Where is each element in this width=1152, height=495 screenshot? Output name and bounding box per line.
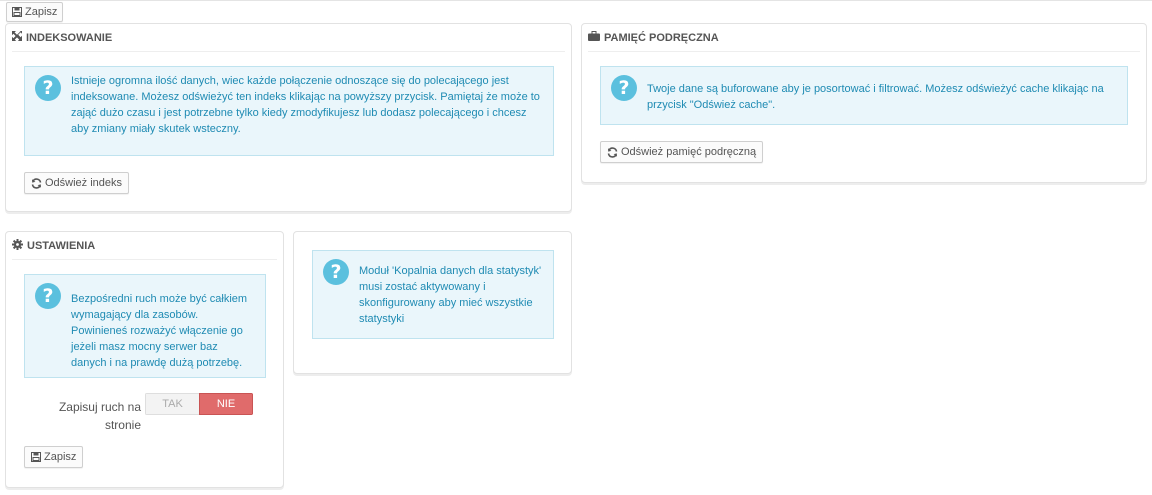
module-info-text: Moduł 'Kopalnia danych dla statystyk' mu… [359,265,542,325]
question-circle-icon: ? [35,75,61,101]
toggle-yes-option[interactable]: TAK [145,393,199,415]
settings-info-text: Bezpośredni ruch może być całkiem wymaga… [71,293,248,369]
settings-panel: USTAWIENIA ? Bezpośredni ruch może być c… [5,231,284,488]
settings-panel-header: USTAWIENIA [12,232,277,260]
question-circle-icon: ? [611,75,637,101]
top-save-button[interactable]: Zapisz [6,2,64,22]
settings-info-box: ? Bezpośredni ruch może być całkiem wyma… [24,274,266,378]
refresh-index-label: Odśwież indeks [45,177,123,189]
expand-arrows-icon [12,31,22,44]
cache-info-box: ? Twoje dane są buforowane aby je posort… [600,66,1128,125]
floppy-disk-icon [12,7,22,17]
cache-panel-header: PAMIĘĆ PODRĘCZNA [588,24,1140,52]
question-circle-icon: ? [323,259,349,285]
cache-info-text: Twoje dane są buforowane aby je posortow… [647,83,1104,111]
top-border [0,0,1152,1]
settings-title: USTAWIENIA [27,239,96,252]
refresh-icon [607,146,618,158]
refresh-cache-label: Odśwież pamięć podręczną [621,146,757,158]
refresh-cache-button[interactable]: Odśwież pamięć podręczną [600,141,764,163]
indexing-info-box: ? Istnieje ogromna ilość danych, wiec ka… [24,66,554,156]
refresh-icon [31,177,42,189]
settings-save-label: Zapisz [44,451,77,463]
briefcase-icon [588,31,600,44]
module-info-panel: ? Moduł 'Kopalnia danych dla statystyk' … [293,231,572,374]
question-circle-icon: ? [35,283,61,309]
module-info-box: ? Moduł 'Kopalnia danych dla statystyk' … [312,250,554,339]
save-traffic-label: Zapisuj ruch na stronie [58,400,141,432]
toggle-no-option[interactable]: NIE [199,393,253,415]
refresh-index-button[interactable]: Odśwież indeks [24,172,130,194]
save-traffic-toggle: TAK NIE [145,393,253,415]
top-save-label: Zapisz [25,6,58,18]
indexing-panel: INDEKSOWANIE ? Istnieje ogromna ilość da… [5,23,572,212]
floppy-disk-icon [31,452,41,462]
cache-panel: PAMIĘĆ PODRĘCZNA ? Twoje dane są buforow… [581,23,1147,183]
cache-title: PAMIĘĆ PODRĘCZNA [604,31,719,44]
indexing-title: INDEKSOWANIE [26,31,113,44]
settings-save-button[interactable]: Zapisz [24,446,84,468]
indexing-info-text: Istnieje ogromna ilość danych, wiec każd… [71,75,540,135]
indexing-panel-header: INDEKSOWANIE [12,24,565,52]
gear-icon [12,238,23,253]
